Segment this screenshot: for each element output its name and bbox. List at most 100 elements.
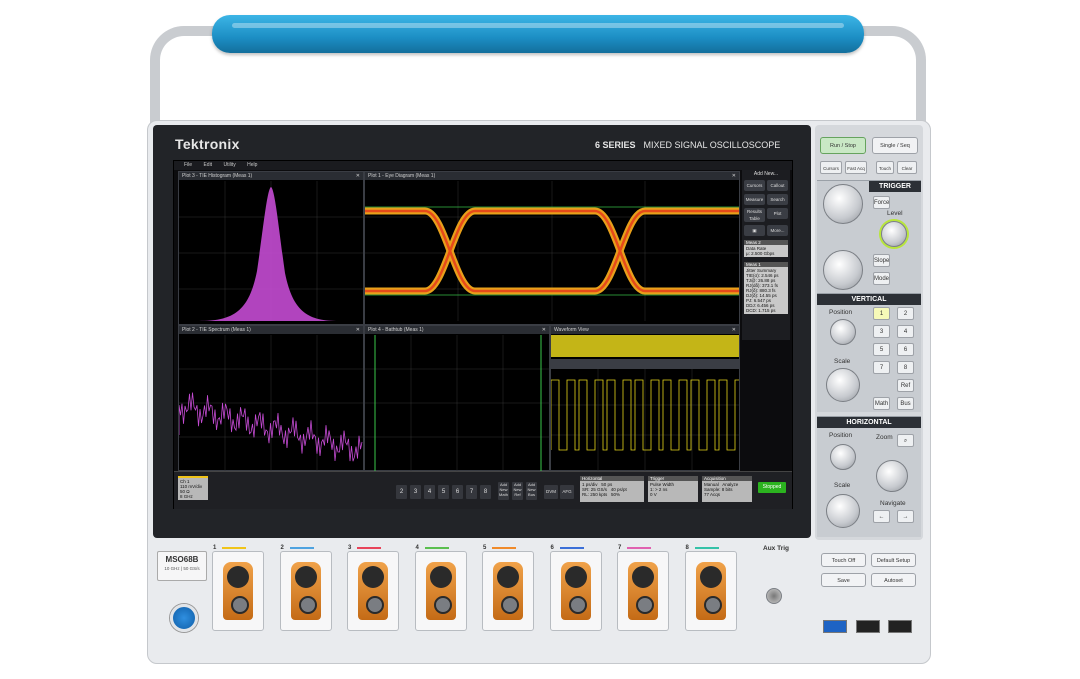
autoset-button[interactable]: Autoset bbox=[871, 573, 916, 587]
add-math-button[interactable]: Add New Math bbox=[498, 482, 509, 500]
mode-button[interactable]: Mode bbox=[873, 272, 890, 285]
navigate-prev-icon[interactable]: ← bbox=[873, 510, 890, 523]
plot-button[interactable]: Plot bbox=[767, 208, 788, 219]
horizontal-position-knob[interactable] bbox=[830, 444, 856, 470]
dvm-button[interactable]: DVM bbox=[544, 485, 558, 499]
ch6-select-button[interactable]: 6 bbox=[897, 343, 914, 356]
meas1-badge[interactable]: Meas 1 Jitter Summary TIE(σ): 2.546 ps T… bbox=[744, 262, 788, 314]
force-trigger-button[interactable]: Force bbox=[873, 196, 890, 209]
channel-7-button[interactable]: 7 bbox=[466, 485, 477, 499]
usb2-port-b[interactable] bbox=[888, 620, 912, 633]
touch-button[interactable]: Touch bbox=[876, 161, 894, 174]
vertical-heading: VERTICAL bbox=[817, 294, 921, 305]
horizontal-badge[interactable]: Horizontal 1 ps/div 50 ps SR: 25 GS/s 40… bbox=[580, 476, 644, 502]
menu-help[interactable]: Help bbox=[247, 162, 257, 168]
ref-button[interactable]: Ref bbox=[897, 379, 914, 392]
bus-button[interactable]: Bus bbox=[897, 397, 914, 410]
channel-6-button[interactable]: 6 bbox=[452, 485, 463, 499]
close-icon[interactable]: ✕ bbox=[542, 326, 546, 334]
vertical-scale-knob[interactable] bbox=[826, 368, 860, 402]
touchscreen-display[interactable]: File Edit Utility Help Plot 3 - TIE Hist… bbox=[173, 160, 793, 509]
slope-button[interactable]: Slope bbox=[873, 254, 890, 267]
multipurpose-knob-a[interactable] bbox=[823, 184, 863, 224]
probe-input-4[interactable]: 4 bbox=[414, 545, 467, 631]
channel-5-button[interactable]: 5 bbox=[438, 485, 449, 499]
close-icon[interactable]: ✕ bbox=[356, 172, 360, 180]
ch2-select-button[interactable]: 2 bbox=[897, 307, 914, 320]
probe-input-2[interactable]: 2 bbox=[279, 545, 332, 631]
meas2-badge[interactable]: Meas 2 Data Rate μ: 2.500 Gbps bbox=[744, 240, 788, 257]
pan-knob[interactable] bbox=[876, 460, 908, 492]
probe-color-stripe bbox=[627, 547, 651, 549]
ch4-select-button[interactable]: 4 bbox=[897, 325, 914, 338]
touch-off-button[interactable]: Touch Off bbox=[821, 553, 866, 567]
trigger-badge[interactable]: Trigger Pulse Width 1: > 2 ns 0 V bbox=[648, 476, 698, 502]
save-button[interactable]: Save bbox=[821, 573, 866, 587]
run-stop-button[interactable]: Run / Stop bbox=[820, 137, 866, 154]
pane-eye-diagram[interactable]: Plot 1 - Eye Diagram (Meas 1) ✕ bbox=[364, 171, 740, 325]
clear-button[interactable]: Clear bbox=[897, 161, 917, 174]
probe-input-5[interactable]: 5 bbox=[482, 545, 534, 631]
tekvpi-connector-icon bbox=[358, 562, 388, 620]
usb2-port-a[interactable] bbox=[856, 620, 880, 633]
probe-input-3[interactable]: 3 bbox=[347, 545, 399, 631]
pane-tie-spectrum[interactable]: Plot 2 - TIE Spectrum (Meas 1) ✕ bbox=[178, 325, 364, 471]
close-icon[interactable]: ✕ bbox=[732, 172, 736, 180]
acquisition-badge[interactable]: Acquisition Manual Analyze Sample: 8 bit… bbox=[702, 476, 752, 502]
default-setup-button[interactable]: Default Setup bbox=[871, 553, 916, 567]
screenshot-icon[interactable]: ▣ bbox=[744, 225, 765, 236]
cursors-panel-button[interactable]: Cursors bbox=[820, 161, 842, 174]
trigger-level-knob[interactable] bbox=[881, 221, 907, 247]
channel-8-button[interactable]: 8 bbox=[480, 485, 491, 499]
channel-1-badge[interactable]: Ch 1 110 mV/div 50 Ω 8 GHz bbox=[178, 476, 208, 500]
probe-input-7[interactable]: 7 bbox=[617, 545, 669, 631]
channel-2-button[interactable]: 2 bbox=[396, 485, 407, 499]
pane-waveform-view[interactable]: Waveform View ✕ bbox=[550, 325, 740, 471]
probe-channel-number: 1 bbox=[213, 545, 217, 551]
measure-button[interactable]: Measure bbox=[744, 194, 765, 205]
aux-trig-connector[interactable] bbox=[766, 588, 782, 604]
histogram-plot bbox=[179, 181, 363, 321]
vertical-position-knob[interactable] bbox=[830, 319, 856, 345]
horizontal-scale-label: Scale bbox=[834, 482, 851, 489]
zoom-icon[interactable]: ⌕ bbox=[897, 434, 914, 447]
navigate-next-icon[interactable]: → bbox=[897, 510, 914, 523]
ch3-select-button[interactable]: 3 bbox=[873, 325, 890, 338]
ch5-select-button[interactable]: 5 bbox=[873, 343, 890, 356]
pane-tie-histogram[interactable]: Plot 3 - TIE Histogram (Meas 1) ✕ bbox=[178, 171, 364, 325]
carry-handle-grip bbox=[212, 15, 864, 53]
usb3-port[interactable] bbox=[823, 620, 847, 633]
pane-bathtub[interactable]: Plot 4 - Bathtub (Meas 1) ✕ bbox=[364, 325, 550, 471]
add-ref-button[interactable]: Add New Ref bbox=[512, 482, 523, 500]
probe-input-8[interactable]: 8 bbox=[684, 545, 737, 631]
close-icon[interactable]: ✕ bbox=[732, 326, 736, 334]
power-button[interactable] bbox=[170, 604, 198, 632]
single-seq-button[interactable]: Single / Seq bbox=[872, 137, 918, 154]
probe-input-6[interactable]: 6 bbox=[549, 545, 602, 631]
cursors-button[interactable]: Cursors bbox=[744, 180, 765, 191]
callout-button[interactable]: Callout bbox=[767, 180, 788, 191]
menu-edit[interactable]: Edit bbox=[203, 162, 212, 168]
horizontal-scale-knob[interactable] bbox=[826, 494, 860, 528]
trigger-heading: TRIGGER bbox=[869, 181, 921, 192]
more-button[interactable]: More... bbox=[767, 225, 788, 236]
menu-file[interactable]: File bbox=[184, 162, 192, 168]
channel-3-button[interactable]: 3 bbox=[410, 485, 421, 499]
math-button[interactable]: Math bbox=[873, 397, 890, 410]
probe-input-1[interactable]: 1 bbox=[212, 545, 264, 631]
horizontal-heading: HORIZONTAL bbox=[817, 417, 921, 428]
menu-bar: File Edit Utility Help bbox=[174, 161, 792, 170]
search-button[interactable]: Search bbox=[767, 194, 788, 205]
close-icon[interactable]: ✕ bbox=[356, 326, 360, 334]
ch8-select-button[interactable]: 8 bbox=[897, 361, 914, 374]
fast-acq-button[interactable]: Fast Acq bbox=[845, 161, 867, 174]
ch1-select-button[interactable]: 1 bbox=[873, 307, 890, 320]
afg-button[interactable]: AFG bbox=[560, 485, 574, 499]
stopped-status[interactable]: Stopped bbox=[758, 482, 786, 493]
multipurpose-knob-b[interactable] bbox=[823, 250, 863, 290]
ch7-select-button[interactable]: 7 bbox=[873, 361, 890, 374]
add-bus-button[interactable]: Add New Bus bbox=[526, 482, 537, 500]
menu-utility[interactable]: Utility bbox=[223, 162, 235, 168]
results-table-button[interactable]: Results Table bbox=[744, 208, 765, 222]
channel-4-button[interactable]: 4 bbox=[424, 485, 435, 499]
